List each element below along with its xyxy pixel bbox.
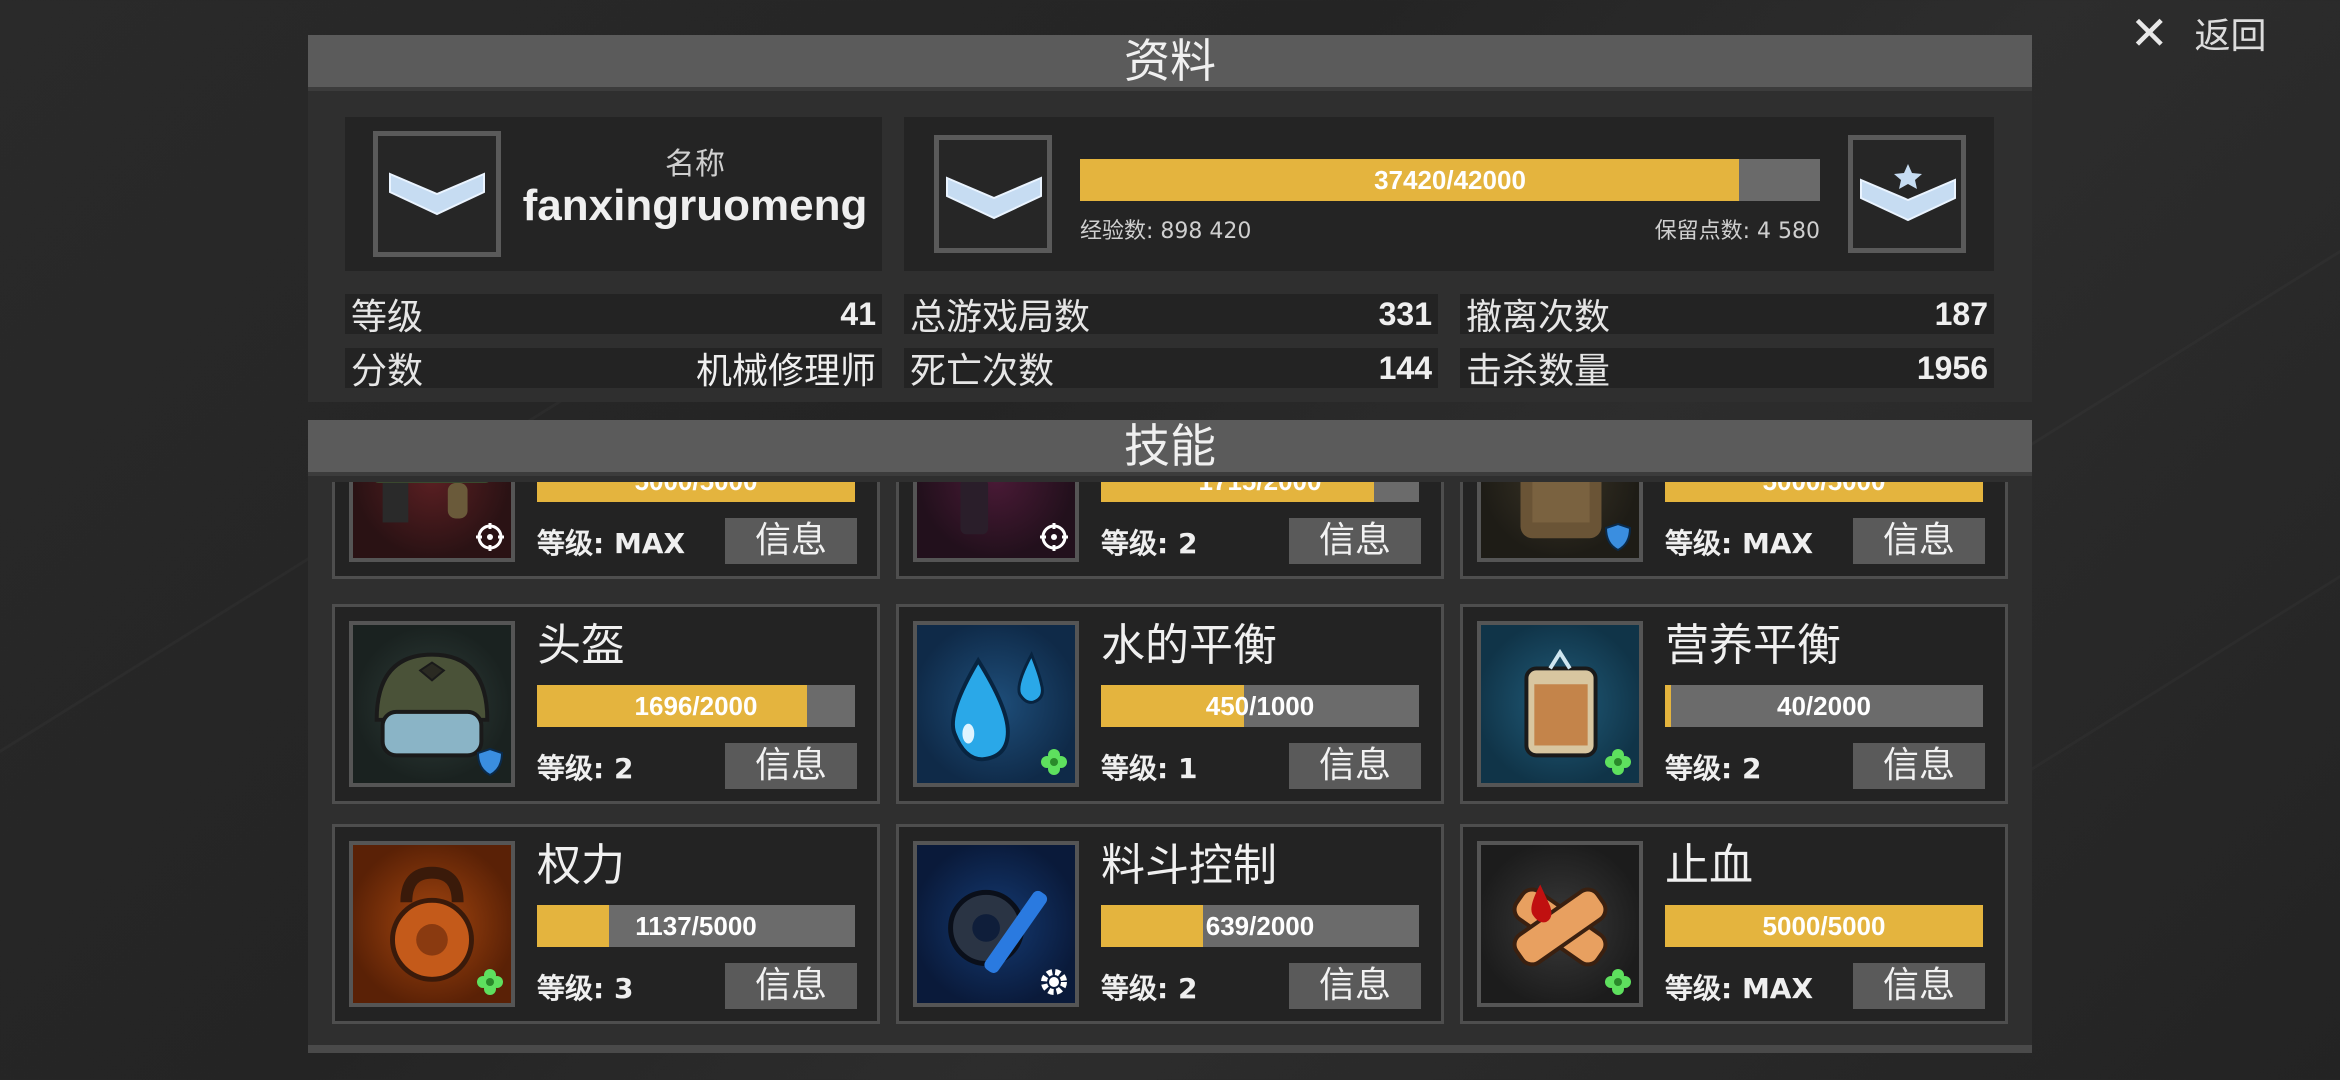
- stat-kills: 击杀数量 1956: [1460, 348, 1994, 392]
- close-icon: ✕: [2130, 6, 2169, 60]
- skill-card: 止血 5000/5000 等级: MAX 信息: [1460, 824, 2008, 1024]
- skill-progress-text: 40/2000: [1777, 691, 1871, 721]
- skill-progress-bar: 1696/2000: [537, 685, 855, 727]
- profile-banner: 资料: [308, 35, 2032, 91]
- rank-frame: [373, 131, 501, 257]
- skill-progress-bar: 5000/5000: [1665, 482, 1983, 502]
- skill-level: 等级: 2: [1101, 527, 1198, 560]
- skill-icon-frame: [349, 482, 515, 562]
- shield-icon: [1604, 522, 1632, 552]
- skill-info-button[interactable]: 信息: [1289, 743, 1421, 789]
- skill-level: 等级: MAX: [1665, 527, 1814, 560]
- skill-name: 料斗控制: [1101, 840, 1277, 891]
- next-rank-star-chevron-icon: [1860, 164, 1956, 222]
- skill-level: 等级: 2: [1101, 972, 1198, 1005]
- stat-score: 分数 机械修理师: [345, 348, 882, 392]
- skill-level: 等级: MAX: [537, 527, 686, 560]
- skill-icon-frame: [349, 621, 515, 787]
- skill-card: 营养平衡 40/2000 等级: 2 信息: [1460, 604, 2008, 804]
- skill-progress-bar: 40/2000: [1665, 685, 1983, 727]
- skill-card: 5000/5000 等级: MAX 信息: [332, 482, 880, 579]
- experience-bar: 37420/42000: [1080, 159, 1820, 201]
- skill-name: 水的平衡: [1101, 620, 1277, 671]
- clover-icon: [1605, 969, 1631, 995]
- skill-level: 等级: 2: [1665, 752, 1762, 785]
- skill-progress-text: 450/1000: [1205, 691, 1315, 721]
- skill-progress-bar: 450/1000: [1101, 685, 1419, 727]
- close-back-button[interactable]: ✕ 返回: [2130, 8, 2267, 58]
- skill-info-button[interactable]: 信息: [725, 743, 857, 789]
- skill-card: 水的平衡 450/1000 等级: 1 信息: [896, 604, 1444, 804]
- skill-icon-frame: [913, 482, 1079, 562]
- current-rank-frame: [934, 135, 1052, 253]
- skill-info-button[interactable]: 信息: [1853, 963, 1985, 1009]
- skill-icon-frame: [913, 841, 1079, 1007]
- skill-name: 止血: [1665, 840, 1753, 891]
- skill-progress-text: 5000/5000: [1762, 911, 1886, 941]
- skill-icon-frame: [1477, 841, 1643, 1007]
- skill-card: 5000/5000 等级: MAX 信息: [1460, 482, 2008, 579]
- skill-level: 等级: 2: [537, 752, 634, 785]
- skills-panel-bottom: [308, 1045, 2032, 1053]
- experience-bar-text: 37420/42000: [1374, 165, 1526, 195]
- current-rank-chevron-icon: [946, 176, 1042, 220]
- skill-icon-frame: [349, 841, 515, 1007]
- skill-info-button[interactable]: 信息: [1289, 518, 1421, 564]
- skill-info-button[interactable]: 信息: [1853, 743, 1985, 789]
- skill-name: 营养平衡: [1665, 620, 1841, 671]
- stat-total-games: 总游戏局数 331: [904, 294, 1438, 338]
- skill-progress-bar: 639/2000: [1101, 905, 1419, 947]
- skill-progress-text: 5000/5000: [537, 482, 855, 502]
- name-label: 名称: [665, 147, 725, 182]
- reserve-points: 保留点数: 4 580: [1654, 219, 1820, 244]
- skill-progress-bar: 1137/5000: [537, 905, 855, 947]
- skills-banner: 技能: [308, 420, 2032, 476]
- player-name: fanxingruomeng: [522, 181, 868, 230]
- skill-progress-text: 1696/2000: [634, 691, 758, 721]
- clover-icon: [1041, 749, 1067, 775]
- skill-progress-text: 639/2000: [1205, 911, 1315, 941]
- skills-scroll-area[interactable]: 5000/5000等级: MAX信息1715/2000等级: 2信息5000/5…: [308, 482, 2032, 1045]
- skill-icon-frame: [1477, 621, 1643, 787]
- experience-box: 37420/42000 经验数: 898 420 保留点数: 4 580: [904, 117, 1994, 271]
- crosshair-icon: [1040, 523, 1068, 551]
- rank-chevron-icon: [389, 172, 485, 216]
- skill-level: 等级: 1: [1101, 752, 1198, 785]
- skill-card: 料斗控制 639/2000 等级: 2 信息: [896, 824, 1444, 1024]
- shield-icon: [476, 747, 504, 777]
- clover-icon: [477, 969, 503, 995]
- back-label: 返回: [2194, 16, 2267, 57]
- skill-progress-bar: 5000/5000: [1665, 905, 1983, 947]
- name-box: 名称 fanxingruomeng: [345, 117, 882, 271]
- skill-info-button[interactable]: 信息: [725, 963, 857, 1009]
- clover-icon: [1605, 749, 1631, 775]
- skill-level: 等级: 3: [537, 972, 634, 1005]
- skill-info-button[interactable]: 信息: [1289, 963, 1421, 1009]
- skill-name: 权力: [537, 840, 625, 891]
- stat-extractions: 撤离次数 187: [1460, 294, 1994, 338]
- skill-progress-bar: 5000/5000: [537, 482, 855, 502]
- skill-progress-text: 1715/2000: [1101, 482, 1419, 502]
- skill-name: 头盔: [537, 620, 625, 671]
- skill-icon-frame: [913, 621, 1079, 787]
- experience-total: 经验数: 898 420: [1080, 219, 1252, 244]
- stat-deaths: 死亡次数 144: [904, 348, 1438, 392]
- skill-info-button[interactable]: 信息: [725, 518, 857, 564]
- skill-progress-text: 1137/5000: [635, 911, 757, 941]
- next-rank-frame: [1848, 135, 1966, 253]
- skill-progress-bar: 1715/2000: [1101, 482, 1419, 502]
- crosshair-icon: [476, 523, 504, 551]
- skill-info-button[interactable]: 信息: [1853, 518, 1985, 564]
- skill-card: 权力 1137/5000 等级: 3 信息: [332, 824, 880, 1024]
- skill-icon-frame: [1477, 482, 1643, 562]
- gear-icon: [1041, 969, 1067, 995]
- stat-level: 等级 41: [345, 294, 882, 338]
- skill-card: 1715/2000 等级: 2 信息: [896, 482, 1444, 579]
- skill-progress-text: 5000/5000: [1665, 482, 1983, 502]
- skill-card: 头盔 1696/2000 等级: 2 信息: [332, 604, 880, 804]
- skill-level: 等级: MAX: [1665, 972, 1814, 1005]
